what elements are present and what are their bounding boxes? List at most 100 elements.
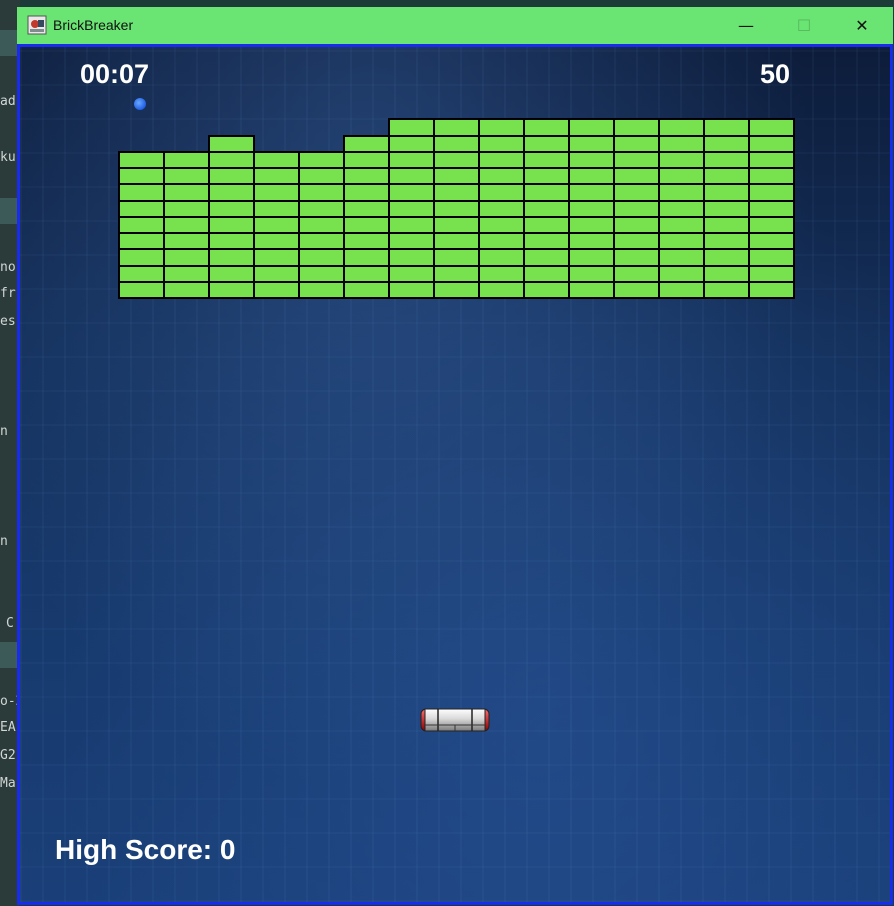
brick bbox=[388, 199, 435, 218]
brick bbox=[568, 280, 615, 299]
brick bbox=[658, 150, 705, 169]
brick bbox=[613, 248, 660, 267]
brick bbox=[253, 150, 300, 169]
brick bbox=[163, 150, 210, 169]
brick bbox=[613, 232, 660, 251]
background-text: G2 bbox=[0, 748, 16, 763]
brick bbox=[478, 280, 525, 299]
brick bbox=[163, 264, 210, 283]
brick bbox=[118, 215, 165, 234]
brick bbox=[298, 264, 345, 283]
brick bbox=[703, 118, 750, 137]
brick bbox=[568, 150, 615, 169]
brick bbox=[523, 280, 570, 299]
brick bbox=[613, 264, 660, 283]
brick bbox=[298, 199, 345, 218]
brick bbox=[658, 118, 705, 137]
paddle[interactable] bbox=[420, 706, 490, 734]
brick bbox=[613, 167, 660, 186]
brick bbox=[703, 150, 750, 169]
close-button[interactable]: ✕ bbox=[833, 7, 891, 44]
brick bbox=[253, 183, 300, 202]
brick bbox=[163, 199, 210, 218]
game-canvas[interactable]: 00:07 50 High Score: 0 bbox=[17, 44, 893, 905]
brick bbox=[208, 150, 255, 169]
brick bbox=[163, 280, 210, 299]
brick bbox=[703, 264, 750, 283]
brick bbox=[343, 199, 390, 218]
brick bbox=[118, 232, 165, 251]
brick bbox=[208, 167, 255, 186]
brick bbox=[253, 280, 300, 299]
brick bbox=[703, 280, 750, 299]
brick bbox=[523, 150, 570, 169]
brick bbox=[118, 264, 165, 283]
brick bbox=[658, 264, 705, 283]
brick bbox=[568, 118, 615, 137]
title-bar[interactable]: BrickBreaker — ☐ ✕ bbox=[17, 7, 893, 44]
background-text: Ma bbox=[0, 776, 16, 791]
brick bbox=[298, 215, 345, 234]
brick bbox=[118, 183, 165, 202]
background-text: no bbox=[0, 260, 16, 275]
brick bbox=[748, 167, 795, 186]
brick bbox=[703, 248, 750, 267]
brick bbox=[658, 199, 705, 218]
brick bbox=[748, 280, 795, 299]
score-display: 50 bbox=[759, 59, 790, 89]
brick bbox=[118, 199, 165, 218]
brick bbox=[433, 118, 480, 137]
brick bbox=[613, 183, 660, 202]
brick bbox=[568, 215, 615, 234]
app-icon bbox=[27, 15, 47, 35]
brick bbox=[478, 215, 525, 234]
brick bbox=[298, 167, 345, 186]
brick bbox=[163, 167, 210, 186]
brick bbox=[433, 199, 480, 218]
brick bbox=[568, 167, 615, 186]
brick bbox=[748, 264, 795, 283]
brick bbox=[658, 280, 705, 299]
brick bbox=[253, 264, 300, 283]
brick bbox=[388, 215, 435, 234]
background-text: n bbox=[0, 534, 8, 549]
brick bbox=[478, 134, 525, 153]
brick bbox=[748, 118, 795, 137]
background-text: fr bbox=[0, 286, 16, 301]
brick bbox=[703, 183, 750, 202]
brick bbox=[343, 183, 390, 202]
brick bbox=[208, 232, 255, 251]
brick bbox=[748, 183, 795, 202]
brick bbox=[253, 199, 300, 218]
background-text: n bbox=[0, 424, 8, 439]
brick bbox=[748, 134, 795, 153]
brick bbox=[613, 134, 660, 153]
brick bbox=[388, 118, 435, 137]
brick bbox=[343, 232, 390, 251]
brick bbox=[703, 232, 750, 251]
brick bbox=[163, 248, 210, 267]
brick bbox=[253, 167, 300, 186]
brick bbox=[388, 183, 435, 202]
brick bbox=[478, 167, 525, 186]
brick bbox=[388, 134, 435, 153]
brick bbox=[208, 248, 255, 267]
brick bbox=[478, 183, 525, 202]
brick bbox=[298, 183, 345, 202]
brick bbox=[478, 232, 525, 251]
brick bbox=[658, 134, 705, 153]
brick bbox=[523, 199, 570, 218]
brick bbox=[298, 232, 345, 251]
brick bbox=[748, 248, 795, 267]
brick bbox=[523, 183, 570, 202]
brick bbox=[433, 264, 480, 283]
brick bbox=[568, 183, 615, 202]
brick bbox=[298, 280, 345, 299]
brick bbox=[388, 232, 435, 251]
brick bbox=[388, 264, 435, 283]
maximize-button[interactable]: ☐ bbox=[775, 7, 833, 44]
brick bbox=[568, 199, 615, 218]
window-title: BrickBreaker bbox=[53, 17, 134, 33]
brick bbox=[253, 215, 300, 234]
minimize-button[interactable]: — bbox=[717, 7, 775, 44]
